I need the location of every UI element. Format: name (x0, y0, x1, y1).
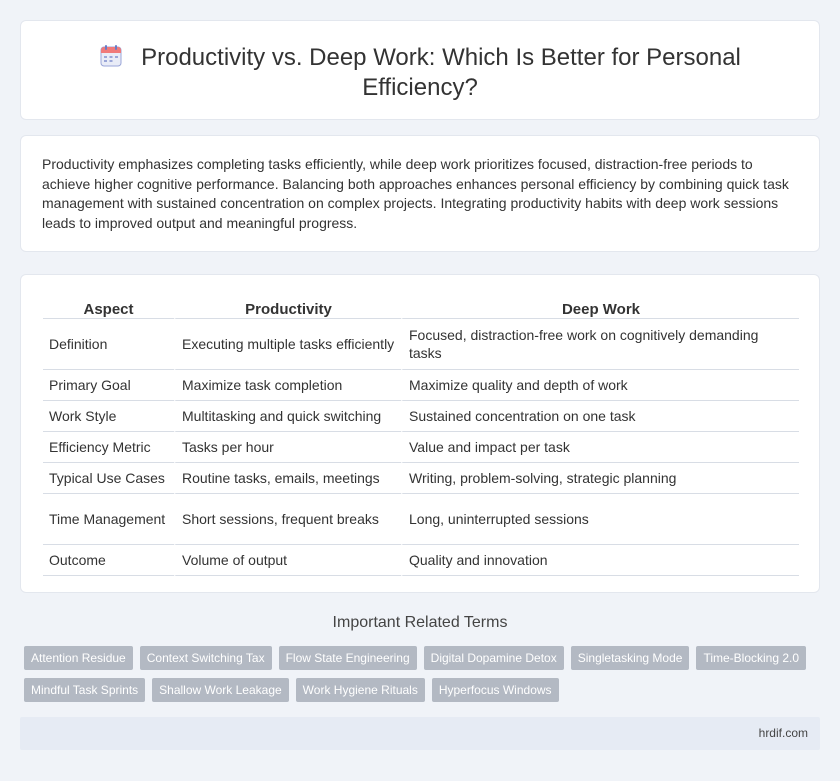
title-card: Productivity vs. Deep Work: Which Is Bet… (20, 20, 820, 120)
related-terms-tags: Attention Residue Context Switching Tax … (24, 646, 824, 710)
tag-flow-state-engineering[interactable]: Flow State Engineering (278, 646, 417, 670)
deep-work-cell: Sustained concentration on one task (401, 401, 799, 432)
table-row: Time Management Short sessions, frequent… (43, 494, 799, 545)
aspect-cell: Primary Goal (43, 370, 174, 401)
page-title: Productivity vs. Deep Work: Which Is Bet… (141, 44, 741, 101)
column-header: Productivity (174, 297, 401, 319)
deep-work-cell: Long, uninterrupted sessions (401, 494, 799, 545)
tag-singletasking-mode[interactable]: Singletasking Mode (570, 646, 690, 670)
aspect-cell: Work Style (43, 401, 174, 432)
tag-time-blocking[interactable]: Time-Blocking 2.0 (696, 646, 807, 670)
page-title-wrap: Productivity vs. Deep Work: Which Is Bet… (61, 43, 779, 103)
aspect-cell: Typical Use Cases (43, 463, 174, 494)
column-header: Deep Work (401, 297, 799, 319)
aspect-cell: Efficiency Metric (43, 432, 174, 463)
aspect-cell: Definition (43, 319, 174, 370)
intro-paragraph: Productivity emphasizes completing tasks… (42, 156, 789, 231)
tag-row: Attention Residue Context Switching Tax … (24, 646, 824, 670)
tag-context-switching-tax[interactable]: Context Switching Tax (139, 646, 272, 670)
comparison-table: Aspect Productivity Deep Work Definition… (43, 297, 799, 576)
comparison-card: Aspect Productivity Deep Work Definition… (20, 274, 820, 593)
table-header-row: Aspect Productivity Deep Work (43, 297, 799, 319)
table-row: Work Style Multitasking and quick switch… (43, 401, 799, 432)
deep-work-cell: Value and impact per task (401, 432, 799, 463)
tag-row: Mindful Task Sprints Shallow Work Leakag… (24, 678, 824, 702)
related-terms-heading: Important Related Terms (332, 614, 508, 631)
productivity-cell: Maximize task completion (174, 370, 401, 401)
tag-work-hygiene-rituals[interactable]: Work Hygiene Rituals (295, 678, 425, 702)
tag-digital-dopamine-detox[interactable]: Digital Dopamine Detox (423, 646, 564, 670)
tag-attention-residue[interactable]: Attention Residue (24, 646, 133, 670)
productivity-cell: Multitasking and quick switching (174, 401, 401, 432)
productivity-cell: Short sessions, frequent breaks (174, 494, 401, 545)
table-row: Definition Executing multiple tasks effi… (43, 319, 799, 370)
tag-shallow-work-leakage[interactable]: Shallow Work Leakage (152, 678, 289, 702)
calendar-icon (100, 45, 122, 67)
deep-work-cell: Focused, distraction-free work on cognit… (401, 319, 799, 370)
table-row: Typical Use Cases Routine tasks, emails,… (43, 463, 799, 494)
productivity-cell: Routine tasks, emails, meetings (174, 463, 401, 494)
column-header: Aspect (43, 297, 174, 319)
deep-work-cell: Writing, problem-solving, strategic plan… (401, 463, 799, 494)
table-row: Outcome Volume of output Quality and inn… (43, 545, 799, 576)
aspect-cell: Time Management (43, 494, 174, 545)
table-row: Efficiency Metric Tasks per hour Value a… (43, 432, 799, 463)
tag-mindful-task-sprints[interactable]: Mindful Task Sprints (24, 678, 146, 702)
productivity-cell: Tasks per hour (174, 432, 401, 463)
intro-card: Productivity emphasizes completing tasks… (20, 135, 820, 252)
deep-work-cell: Maximize quality and depth of work (401, 370, 799, 401)
deep-work-cell: Quality and innovation (401, 545, 799, 576)
footer-bar: hrdif.com (20, 717, 820, 750)
tag-hyperfocus-windows[interactable]: Hyperfocus Windows (431, 678, 559, 702)
productivity-cell: Volume of output (174, 545, 401, 576)
productivity-cell: Executing multiple tasks efficiently (174, 319, 401, 370)
aspect-cell: Outcome (43, 545, 174, 576)
table-row: Primary Goal Maximize task completion Ma… (43, 370, 799, 401)
footer-site-link[interactable]: hrdif.com (759, 726, 808, 740)
